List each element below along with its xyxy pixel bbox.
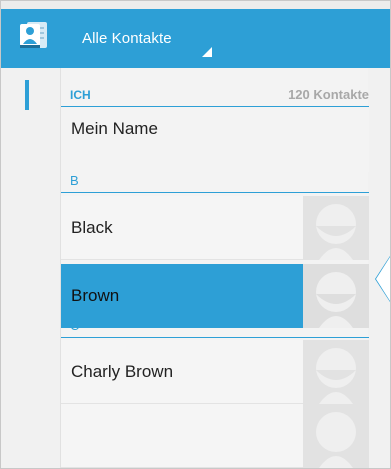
actionbar-title[interactable]: Alle Kontakte — [82, 30, 172, 47]
section-header-c: C — [61, 312, 369, 338]
contact-name: Brown — [71, 286, 120, 305]
contact-name: Charly Brown — [71, 362, 174, 381]
selection-indicator-arrow — [376, 257, 390, 301]
section-letter: B — [70, 173, 79, 188]
contact-row-partial[interactable] — [61, 404, 369, 468]
avatar-placeholder-icon — [303, 404, 369, 468]
contact-name: Black — [71, 218, 113, 237]
section-header-b: B — [61, 167, 369, 193]
fast-scroll-rail[interactable] — [1, 68, 61, 468]
contact-row-charly-brown[interactable]: Charly Brown — [61, 340, 369, 404]
section-letter: C — [70, 318, 80, 333]
contacts-screen: Alle Kontakte ICH 120 Kontakte Mein Name… — [0, 0, 391, 469]
avatar-placeholder-icon — [303, 196, 369, 260]
avatar-placeholder-icon — [303, 340, 369, 404]
my-profile-row[interactable]: Mein Name — [61, 108, 369, 172]
contact-list[interactable]: ICH 120 Kontakte Mein Name B Black Brown — [1, 68, 390, 468]
section-letter: ICH — [70, 88, 91, 102]
action-bar: Alle Kontakte — [1, 1, 390, 68]
contact-name: Mein Name — [71, 119, 158, 138]
contact-row-black[interactable]: Black — [61, 196, 369, 260]
section-header-me: ICH 120 Kontakte — [61, 81, 369, 107]
scroll-position-marker[interactable] — [25, 80, 29, 110]
contacts-app-icon[interactable] — [18, 19, 50, 51]
dropdown-arrow-icon[interactable] — [202, 47, 212, 57]
contact-count: 120 Kontakte — [288, 87, 369, 102]
